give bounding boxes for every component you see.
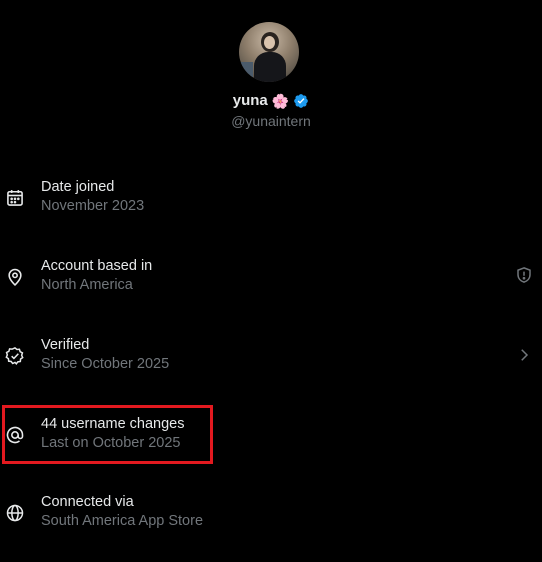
row-title: Connected via <box>41 494 134 510</box>
row-subtitle: November 2023 <box>41 198 145 214</box>
display-name-row: yuna 🌸 <box>0 92 542 110</box>
profile-handle: @yunaintern <box>231 113 311 129</box>
avatar[interactable] <box>239 22 299 82</box>
row-subtitle: North America <box>41 277 133 293</box>
row-title: Verified <box>41 337 90 353</box>
shield-icon[interactable] <box>515 266 533 284</box>
verified-badge-icon <box>5 346 25 366</box>
display-name: yuna <box>232 92 268 109</box>
about-row-account-based-in: Account based in North America <box>0 257 542 297</box>
about-row-verified[interactable]: Verified Since October 2025 <box>0 336 542 376</box>
highlight-box <box>2 405 213 464</box>
about-row-date-joined: Date joined November 2023 <box>0 178 542 218</box>
verified-badge-icon <box>293 93 309 109</box>
row-subtitle: Since October 2025 <box>41 356 170 372</box>
chevron-right-icon[interactable] <box>515 346 533 364</box>
row-title: Date joined <box>41 179 115 195</box>
location-pin-icon <box>5 267 25 287</box>
name-emoji: 🌸 <box>271 93 290 109</box>
row-subtitle: South America App Store <box>41 513 204 529</box>
calendar-icon <box>5 188 25 208</box>
globe-icon <box>5 503 25 523</box>
about-row-connected-via: Connected via South America App Store <box>0 493 542 533</box>
row-title: Account based in <box>41 258 153 274</box>
